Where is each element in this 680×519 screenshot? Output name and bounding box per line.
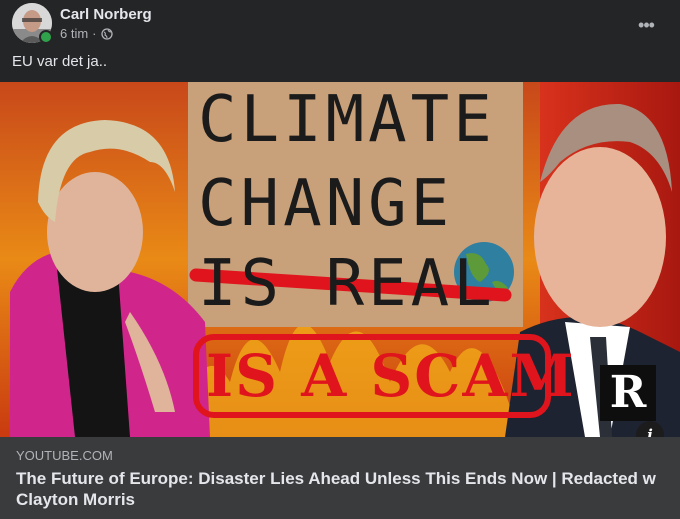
sign-line-3: IS REAL bbox=[198, 247, 496, 321]
link-thumbnail[interactable]: CLIMATE CHANGE IS REAL IS A SCAM R bbox=[0, 82, 680, 437]
more-options-button[interactable]: ••• bbox=[628, 7, 664, 43]
link-title[interactable]: The Future of Europe: Disaster Lies Ahea… bbox=[16, 468, 656, 510]
sign-line-1: CLIMATE bbox=[198, 83, 496, 157]
scam-stamp-text: IS A SCAM bbox=[206, 342, 576, 410]
link-preview[interactable]: YOUTUBE.COM The Future of Europe: Disast… bbox=[0, 437, 680, 519]
author-avatar[interactable] bbox=[12, 3, 53, 44]
sign-line-2: CHANGE bbox=[198, 167, 454, 241]
channel-logo: R bbox=[609, 367, 647, 418]
online-status-icon bbox=[39, 30, 53, 44]
globe-icon bbox=[100, 27, 113, 40]
post-header: Carl Norberg 6 tim · ••• bbox=[12, 3, 668, 45]
post-text: EU var det ja.. bbox=[12, 53, 108, 70]
meta-separator: · bbox=[92, 26, 97, 41]
post-meta: 6 tim · bbox=[60, 26, 113, 41]
author-name[interactable]: Carl Norberg bbox=[60, 6, 152, 23]
link-domain: YOUTUBE.COM bbox=[16, 448, 113, 463]
post-time[interactable]: 6 tim bbox=[60, 26, 88, 41]
more-options-icon: ••• bbox=[638, 14, 655, 35]
